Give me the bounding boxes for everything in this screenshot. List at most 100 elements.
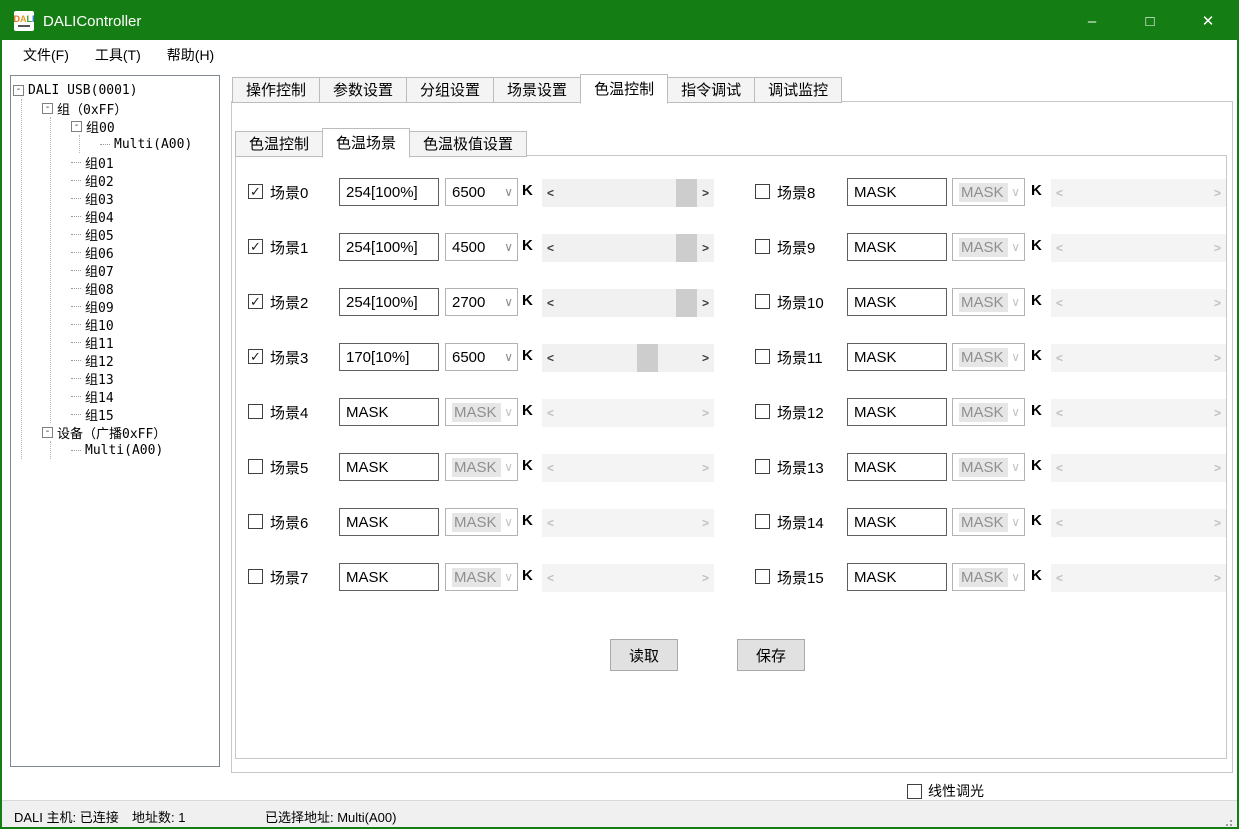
scene-kelvin-dropdown[interactable]: MASK∨ xyxy=(952,508,1025,536)
menu-item[interactable]: 帮助(H) xyxy=(154,40,227,70)
scene-checkbox[interactable]: ✓ xyxy=(248,294,263,309)
scene-level-scrollbar[interactable]: <> xyxy=(1051,454,1226,482)
scene-level-scrollbar[interactable]: <> xyxy=(1051,234,1226,262)
tree-node[interactable]: 组12 xyxy=(85,351,114,370)
tree-node[interactable]: 组15 xyxy=(85,405,114,424)
scrollbar-thumb[interactable] xyxy=(676,179,697,207)
device-tree[interactable]: -DALI USB(0001)-组（0xFF）-组00Multi(A00)组01… xyxy=(10,75,220,767)
tab-操作控制[interactable]: 操作控制 xyxy=(232,77,320,103)
tab-指令调试[interactable]: 指令调试 xyxy=(667,77,755,103)
menu-item[interactable]: 工具(T) xyxy=(82,40,154,70)
scene-level-input[interactable] xyxy=(847,398,947,426)
scene-kelvin-dropdown[interactable]: MASK∨ xyxy=(445,563,518,591)
scroll-right-icon[interactable]: > xyxy=(1209,399,1226,427)
scroll-left-icon[interactable]: < xyxy=(542,509,559,537)
scroll-right-icon[interactable]: > xyxy=(697,289,714,317)
scene-kelvin-dropdown[interactable]: MASK∨ xyxy=(952,453,1025,481)
scroll-right-icon[interactable]: > xyxy=(1209,179,1226,207)
tree-expand-icon[interactable]: - xyxy=(42,427,53,438)
tree-node[interactable]: 组13 xyxy=(85,369,114,388)
tab-调试监控[interactable]: 调试监控 xyxy=(754,77,842,103)
scene-level-scrollbar[interactable]: <> xyxy=(1051,399,1226,427)
scene-level-scrollbar[interactable]: <> xyxy=(542,179,714,207)
scroll-right-icon[interactable]: > xyxy=(697,179,714,207)
scene-kelvin-dropdown[interactable]: MASK∨ xyxy=(445,508,518,536)
scene-level-input[interactable] xyxy=(847,563,947,591)
scene-checkbox[interactable] xyxy=(755,184,770,199)
linear-dimming-checkbox[interactable] xyxy=(907,784,922,799)
scene-level-input[interactable] xyxy=(847,508,947,536)
tree-node[interactable]: 组（0xFF） xyxy=(57,99,127,118)
tab-参数设置[interactable]: 参数设置 xyxy=(319,77,407,103)
scene-checkbox[interactable] xyxy=(755,404,770,419)
scene-checkbox[interactable] xyxy=(248,514,263,529)
tree-node[interactable]: 组08 xyxy=(85,279,114,298)
scrollbar-thumb[interactable] xyxy=(676,289,697,317)
scroll-right-icon[interactable]: > xyxy=(697,344,714,372)
scene-level-scrollbar[interactable]: <> xyxy=(1051,289,1226,317)
scrollbar-thumb[interactable] xyxy=(637,344,658,372)
scene-checkbox[interactable] xyxy=(755,294,770,309)
scroll-left-icon[interactable]: < xyxy=(1051,509,1068,537)
scene-kelvin-dropdown[interactable]: 6500∨ xyxy=(445,178,518,206)
tree-node[interactable]: 组11 xyxy=(85,333,114,352)
scene-checkbox[interactable] xyxy=(755,459,770,474)
scroll-left-icon[interactable]: < xyxy=(1051,234,1068,262)
scene-kelvin-dropdown[interactable]: MASK∨ xyxy=(445,398,518,426)
scene-level-input[interactable] xyxy=(339,563,439,591)
close-icon[interactable]: ✕ xyxy=(1179,2,1237,40)
tab-场景设置[interactable]: 场景设置 xyxy=(493,77,581,103)
scroll-left-icon[interactable]: < xyxy=(1051,179,1068,207)
scene-level-scrollbar[interactable]: <> xyxy=(542,454,714,482)
scroll-left-icon[interactable]: < xyxy=(542,344,559,372)
scroll-left-icon[interactable]: < xyxy=(1051,564,1068,592)
scene-checkbox[interactable] xyxy=(755,239,770,254)
scene-level-input[interactable] xyxy=(847,453,947,481)
subtab-色温控制[interactable]: 色温控制 xyxy=(235,131,323,157)
tree-expand-icon[interactable]: - xyxy=(42,103,53,114)
scene-kelvin-dropdown[interactable]: 2700∨ xyxy=(445,288,518,316)
scene-level-input[interactable] xyxy=(847,233,947,261)
scene-kelvin-dropdown[interactable]: MASK∨ xyxy=(952,233,1025,261)
tree-node[interactable]: 组07 xyxy=(85,261,114,280)
scene-level-scrollbar[interactable]: <> xyxy=(1051,179,1226,207)
scene-checkbox[interactable] xyxy=(755,349,770,364)
minimize-icon[interactable]: – xyxy=(1063,2,1121,40)
scene-checkbox[interactable] xyxy=(755,514,770,529)
scene-level-input[interactable] xyxy=(339,508,439,536)
scroll-left-icon[interactable]: < xyxy=(1051,454,1068,482)
scene-level-scrollbar[interactable]: <> xyxy=(542,344,714,372)
scene-level-input[interactable] xyxy=(339,288,439,316)
scene-level-scrollbar[interactable]: <> xyxy=(542,289,714,317)
scene-kelvin-dropdown[interactable]: 6500∨ xyxy=(445,343,518,371)
scene-level-input[interactable] xyxy=(847,343,947,371)
tree-expand-icon[interactable]: - xyxy=(13,85,24,96)
scroll-right-icon[interactable]: > xyxy=(1209,344,1226,372)
scroll-left-icon[interactable]: < xyxy=(542,399,559,427)
scene-kelvin-dropdown[interactable]: MASK∨ xyxy=(952,398,1025,426)
scene-checkbox[interactable] xyxy=(248,404,263,419)
scroll-left-icon[interactable]: < xyxy=(542,454,559,482)
scene-kelvin-dropdown[interactable]: MASK∨ xyxy=(445,453,518,481)
subtab-色温极值设置[interactable]: 色温极值设置 xyxy=(409,131,527,157)
scene-level-scrollbar[interactable]: <> xyxy=(1051,564,1226,592)
tree-node[interactable]: 组10 xyxy=(85,315,114,334)
scene-checkbox[interactable]: ✓ xyxy=(248,349,263,364)
tree-node[interactable]: 组01 xyxy=(85,153,114,172)
scene-kelvin-dropdown[interactable]: MASK∨ xyxy=(952,178,1025,206)
scroll-right-icon[interactable]: > xyxy=(697,234,714,262)
scene-level-scrollbar[interactable]: <> xyxy=(542,509,714,537)
scene-level-input[interactable] xyxy=(339,233,439,261)
scene-checkbox[interactable] xyxy=(755,569,770,584)
scroll-right-icon[interactable]: > xyxy=(1209,564,1226,592)
menu-item[interactable]: 文件(F) xyxy=(10,40,82,70)
scroll-right-icon[interactable]: > xyxy=(1209,454,1226,482)
tree-node[interactable]: 组06 xyxy=(85,243,114,262)
scene-checkbox[interactable] xyxy=(248,459,263,474)
scene-level-input[interactable] xyxy=(339,343,439,371)
subtab-色温场景[interactable]: 色温场景 xyxy=(322,128,410,158)
scroll-right-icon[interactable]: > xyxy=(697,454,714,482)
scene-level-scrollbar[interactable]: <> xyxy=(1051,509,1226,537)
tree-node[interactable]: 组03 xyxy=(85,189,114,208)
scene-level-input[interactable] xyxy=(339,453,439,481)
